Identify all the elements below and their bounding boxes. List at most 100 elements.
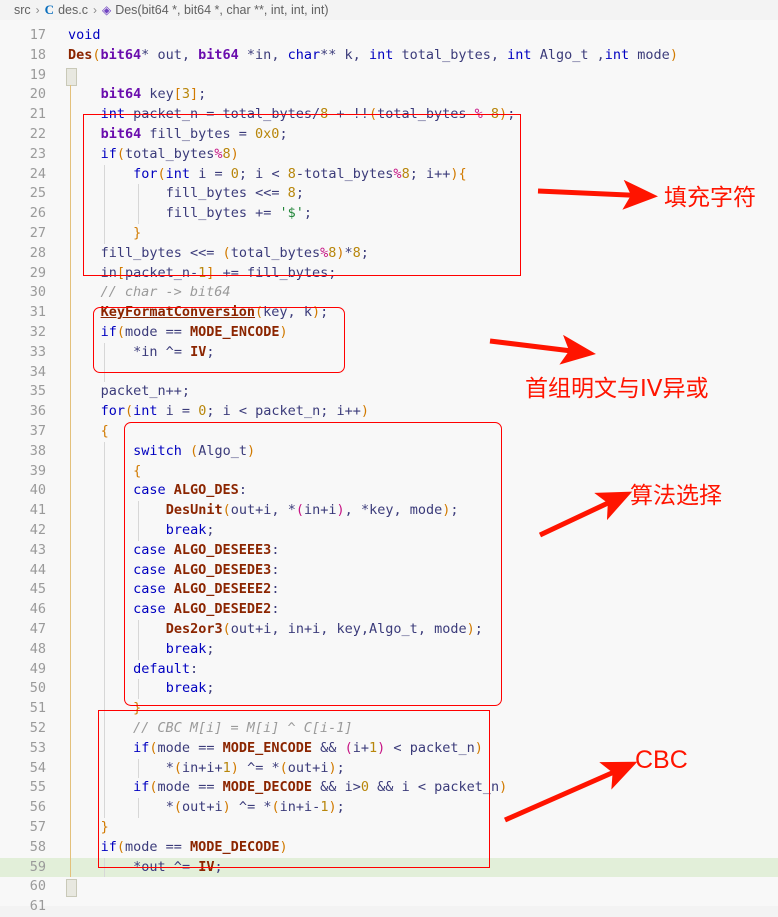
bracket-match-highlight <box>66 67 77 86</box>
line-number: 33 <box>29 343 46 360</box>
code-line[interactable]: 44 case ALGO_DESEDE3: <box>0 560 778 581</box>
code-text: Des(bit64* out, bit64 *in, char** k, int… <box>68 46 678 63</box>
code-line[interactable]: 32 if(mode == MODE_ENCODE) <box>0 323 778 343</box>
line-number: 22 <box>29 126 46 142</box>
line-number: 47 <box>29 621 46 637</box>
line-number: 59 <box>29 858 46 875</box>
breadcrumb-item-file[interactable]: des.c <box>58 3 88 17</box>
code-line[interactable]: 27 } <box>0 224 778 244</box>
line-number: 51 <box>29 700 46 717</box>
code-line[interactable]: 26 fill_bytes += '$'; <box>0 204 778 224</box>
code-line[interactable]: 53 if(mode == MODE_ENCODE && (i+1) < pac… <box>0 738 778 759</box>
code-line[interactable]: 17 void <box>0 26 778 46</box>
code-line[interactable]: 56 *(out+i) ^= *(in+i-1); <box>0 798 778 818</box>
code-line[interactable]: 40 case ALGO_DES: <box>0 481 778 502</box>
code-text: case ALGO_DES: <box>133 482 247 499</box>
code-line[interactable]: 23 if(total_bytes%8) <box>0 144 778 165</box>
code-text: if(total_bytes%8) <box>100 145 239 162</box>
code-line[interactable]: 61 <box>0 897 778 917</box>
line-number: 56 <box>29 799 46 816</box>
line-number: 38 <box>29 442 46 459</box>
code-text: bit64 fill_bytes = 0x0; <box>100 126 288 142</box>
code-text: break; <box>165 640 215 657</box>
line-number: 39 <box>29 462 46 479</box>
code-line[interactable]: 36 for(int i = 0; i < packet_n; i++) <box>0 402 778 422</box>
code-line[interactable]: 38 switch (Algo_t) <box>0 441 778 462</box>
line-number: 36 <box>29 403 46 420</box>
code-text: int packet_n = total_bytes/8 + !!(total_… <box>100 106 516 123</box>
code-line[interactable]: 57 } <box>0 818 778 838</box>
code-line[interactable]: 21 int packet_n = total_bytes/8 + !!(tot… <box>0 105 778 125</box>
code-line[interactable]: 37 { <box>0 422 778 442</box>
line-number: 25 <box>29 185 46 202</box>
code-text: } <box>133 225 142 241</box>
code-text: *(in+i+1) ^= *(out+i); <box>165 759 345 776</box>
code-line[interactable]: 33 *in ^= IV; <box>0 342 778 363</box>
line-number: 49 <box>29 660 46 677</box>
code-text: case ALGO_DESEEE3: <box>133 541 280 558</box>
line-number: 24 <box>29 165 46 182</box>
code-text: KeyFormatConversion(key, k); <box>100 304 329 321</box>
code-line[interactable]: 46 case ALGO_DESEDE2: <box>0 600 778 620</box>
line-number: 35 <box>29 383 46 400</box>
line-number: 37 <box>29 423 46 439</box>
code-line[interactable]: 20 bit64 key[3]; <box>0 85 778 106</box>
line-number: 17 <box>29 27 46 43</box>
code-text: for(int i = 0; i < 8-total_bytes%8; i++)… <box>133 165 467 182</box>
code-text: } <box>100 819 109 835</box>
code-line[interactable]: 59 *out ^= IV; <box>0 857 778 878</box>
code-line[interactable]: 31 KeyFormatConversion(key, k); <box>0 303 778 323</box>
line-number: 58 <box>29 838 46 855</box>
code-text: packet_n++; <box>100 383 191 400</box>
code-line[interactable]: 18 Des(bit64* out, bit64 *in, char** k, i… <box>0 46 778 66</box>
code-line[interactable]: 42 break; <box>0 521 778 541</box>
code-line[interactable]: 50 break; <box>0 679 778 700</box>
code-text: // CBC M[i] = M[i] ^ C[i-1] <box>68 720 353 736</box>
breadcrumb-separator: › <box>35 3 40 17</box>
code-line[interactable]: 28 fill_bytes <<= (total_bytes%8)*8; <box>0 243 778 264</box>
code-line[interactable]: 48 break; <box>0 639 778 660</box>
code-line[interactable]: 45 case ALGO_DESEEE2: <box>0 580 778 601</box>
code-text: break; <box>165 522 215 538</box>
line-number: 21 <box>29 106 46 123</box>
code-line[interactable]: 49 default: <box>0 659 778 680</box>
line-number: 55 <box>29 779 46 796</box>
code-text: void <box>68 27 101 43</box>
breadcrumb-item-src[interactable]: src <box>14 3 31 17</box>
code-line[interactable]: 39 { <box>0 461 778 482</box>
code-line[interactable]: 60} <box>0 877 778 898</box>
code-text: *out ^= IV; <box>133 858 223 875</box>
code-text: case ALGO_DESEEE2: <box>133 581 280 598</box>
code-line[interactable]: 29 in[packet_n-1] += fill_bytes; <box>0 263 778 284</box>
code-line[interactable]: 51 } <box>0 699 778 719</box>
line-number: 41 <box>29 502 46 519</box>
code-text: DesUnit(out+i, *(in+i), *key, mode); <box>165 502 459 519</box>
code-line[interactable]: 55 if(mode == MODE_DECODE && i>0 && i < … <box>0 778 778 799</box>
code-line[interactable]: 52 // CBC M[i] = M[i] ^ C[i-1] <box>0 719 778 739</box>
line-number: 27 <box>29 225 46 241</box>
code-text: in[packet_n-1] += fill_bytes; <box>100 264 337 281</box>
code-line[interactable]: 22 bit64 fill_bytes = 0x0; <box>0 125 778 145</box>
line-number: 34 <box>29 363 46 380</box>
code-text: *(out+i) ^= *(in+i-1); <box>165 799 345 816</box>
code-line[interactable]: 25 fill_bytes <<= 8; <box>0 184 778 205</box>
code-line[interactable]: 43 case ALGO_DESEEE3: <box>0 540 778 561</box>
code-line[interactable]: 24 for(int i = 0; i < 8-total_bytes%8; i… <box>0 164 778 185</box>
c-file-icon: C <box>44 2 55 17</box>
code-line[interactable]: 41 DesUnit(out+i, *(in+i), *key, mode); <box>0 501 778 521</box>
code-text: break; <box>165 680 215 697</box>
code-line[interactable]: 54 *(in+i+1) ^= *(out+i); <box>0 758 778 779</box>
line-number: 20 <box>29 86 46 103</box>
code-line[interactable]: 47 Des2or3(out+i, in+i, key,Algo_t, mode… <box>0 620 778 640</box>
code-line[interactable]: 30 // char -> bit64 <box>0 283 778 304</box>
code-line[interactable]: 19{ <box>0 66 778 86</box>
breadcrumb-item-symbol[interactable]: Des(bit64 *, bit64 *, char **, int, int,… <box>115 3 328 17</box>
indent-guide <box>103 362 105 383</box>
code-text: Des2or3(out+i, in+i, key,Algo_t, mode); <box>165 621 483 637</box>
line-number: 61 <box>29 898 46 915</box>
code-editor[interactable]: 17 void 18 Des(bit64* out, bit64 *in, char*… <box>0 20 778 914</box>
code-text: fill_bytes += '$'; <box>165 205 313 222</box>
code-line[interactable]: 58 if(mode == MODE_DECODE) <box>0 837 778 858</box>
code-line[interactable]: 35 packet_n++; <box>0 382 778 403</box>
code-line[interactable]: 34 <box>0 362 778 383</box>
